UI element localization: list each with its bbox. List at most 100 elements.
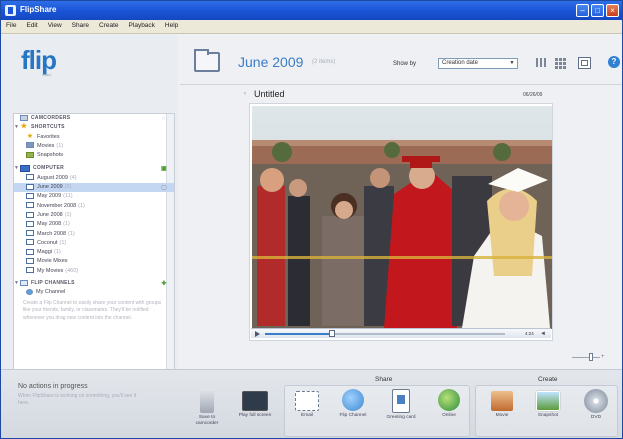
folder-icon (26, 183, 34, 190)
save-to-camcorder-button[interactable]: Save to camcorder (187, 389, 227, 427)
sidebar-folder-may-2008[interactable]: May 2008 (1) (14, 220, 174, 229)
volume-icon[interactable]: ◄ (540, 331, 546, 337)
sidebar-folder-movie-mixes[interactable]: Movie Mixes (14, 257, 174, 266)
flip-channel-button[interactable]: Flip Channel (333, 389, 373, 419)
greeting-card-button[interactable]: Greeting card (381, 389, 421, 421)
title-bar: FlipShare – □ × (1, 1, 622, 20)
folder-icon (26, 239, 34, 246)
star-icon: ★ (26, 132, 34, 140)
list-view-button[interactable] (534, 57, 547, 69)
dvd-icon (584, 389, 608, 413)
close-button[interactable]: × (606, 4, 619, 17)
add-folder-icon[interactable]: ▣ (160, 165, 168, 172)
item-count: (2 items) (312, 59, 336, 65)
sidebar-folder-august-2009[interactable]: August 2009 (4) (14, 174, 174, 183)
video-player[interactable] (249, 103, 553, 341)
fullscreen-icon (242, 391, 268, 411)
menu-bar: File Edit View Share Create Playback Help (1, 20, 622, 34)
menu-view[interactable]: View (43, 20, 67, 29)
video-frame (252, 106, 552, 329)
seek-progress (265, 333, 333, 335)
sidebar-folder-november-2008[interactable]: November 2008 (1) (14, 202, 174, 211)
folder-icon (26, 211, 34, 218)
camcorders-header[interactable]: CAMCORDERS ◌ (14, 114, 174, 123)
snapshot-create-icon (536, 391, 560, 411)
folder-icon (26, 174, 34, 181)
movies-icon (26, 142, 34, 149)
help-icon[interactable]: ? (608, 56, 620, 68)
folder-icon (26, 202, 34, 209)
collapse-icon[interactable]: ‹ (244, 91, 246, 97)
zoom-slider[interactable]: + (572, 353, 606, 361)
chevron-down-icon: ▼ (509, 60, 515, 66)
channel-help-text: Create a Flip Channel to easily share yo… (23, 299, 162, 321)
folder-icon (26, 192, 34, 199)
left-panel: flip VIDEO CAMCORDERS ◌ ▼★ SHORTCUTS ★ Fav… (1, 35, 178, 383)
flip-logo-subtext: VIDEO (42, 73, 52, 77)
folder-icon (26, 258, 34, 264)
menu-create[interactable]: Create (94, 20, 124, 29)
folder-icon (26, 248, 34, 255)
sidebar-folder-june-2009[interactable]: June 2009 (2) ▢ (14, 183, 174, 193)
play-full-screen-button[interactable]: Play full screen (235, 389, 275, 419)
sidebar-item-snapshots[interactable]: Snapshots (14, 151, 174, 160)
camcorder-icon (20, 114, 28, 121)
sidebar-folder-maggi[interactable]: Maggi (1) (14, 248, 174, 257)
video-title[interactable]: Untitled (254, 89, 285, 99)
sidebar-folder-june-2008[interactable]: June 2008 (1) (14, 211, 174, 220)
show-by-label: Show by (393, 61, 417, 67)
zoom-in-icon[interactable]: + (601, 353, 605, 361)
refresh-icon[interactable]: ◌ (160, 115, 168, 122)
video-date: 06/26/09 (523, 92, 543, 98)
sidebar-item-movies[interactable]: Movies (1) (14, 142, 174, 151)
action-bar: No actions in progress When FlipShare is… (1, 369, 622, 438)
sidebar-folder-coconut[interactable]: Coconut (1) (14, 239, 174, 248)
share-group-label: Share (375, 376, 393, 383)
email-button[interactable]: Email (287, 389, 327, 419)
status-text: No actions in progress (18, 383, 88, 390)
sidebar-item-favorites[interactable]: ★ Favorites (14, 133, 174, 142)
menu-share[interactable]: Share (67, 20, 94, 29)
dvd-button[interactable]: DVD (576, 389, 616, 421)
flip-channels-header[interactable]: ▼ FLIP CHANNELS ✚ (14, 279, 174, 288)
menu-edit[interactable]: Edit (21, 20, 42, 29)
computer-header[interactable]: ▼ COMPUTER ▣ (14, 164, 174, 173)
folder-icon (26, 220, 34, 227)
seek-handle[interactable] (329, 330, 336, 337)
single-view-button[interactable] (578, 57, 591, 69)
minimize-button[interactable]: – (576, 4, 589, 17)
email-icon (295, 391, 319, 411)
folder-icon (194, 49, 220, 72)
main-content: June 2009 (2 items) Show by Creation dat… (180, 35, 622, 369)
content-header: June 2009 (2 items) Show by Creation dat… (180, 35, 622, 85)
grid-view-button[interactable] (554, 57, 567, 69)
create-group-label: Create (538, 376, 558, 383)
menu-file[interactable]: File (1, 20, 21, 29)
online-button[interactable]: Online (429, 389, 469, 419)
movie-button[interactable]: Movie (482, 389, 522, 419)
folder-icon (26, 267, 34, 274)
snapshot-button[interactable]: Snapshot (528, 389, 568, 419)
sidebar-folder-march-2008[interactable]: March 2008 (1) (14, 230, 174, 239)
computer-icon (20, 164, 30, 172)
add-channel-icon[interactable]: ✚ (160, 280, 168, 287)
sidebar-folder-my-movies[interactable]: My Movies (460) (14, 267, 174, 276)
movie-icon (491, 391, 513, 411)
folder-options-icon[interactable]: ▢ (160, 184, 168, 191)
video-controls: 4:24 ◄ (251, 328, 551, 338)
seek-bar[interactable] (265, 330, 505, 337)
camcorder-icon (200, 389, 214, 413)
flip-logo: flip (21, 45, 57, 75)
folder-icon (26, 230, 34, 237)
menu-playback[interactable]: Playback (124, 20, 160, 29)
online-icon (438, 389, 460, 411)
menu-help[interactable]: Help (160, 20, 183, 29)
play-icon[interactable] (255, 331, 260, 337)
sidebar-item-my-channel[interactable]: My Channel (14, 288, 174, 297)
shortcuts-header[interactable]: ▼★ SHORTCUTS (14, 123, 174, 132)
show-by-dropdown[interactable]: Creation date ▼ (438, 58, 518, 69)
page-title: June 2009 (238, 54, 304, 70)
maximize-button[interactable]: □ (591, 4, 604, 17)
sidebar-folder-may-2009[interactable]: May 2009 (11) (14, 192, 174, 201)
zoom-handle[interactable] (589, 353, 593, 361)
